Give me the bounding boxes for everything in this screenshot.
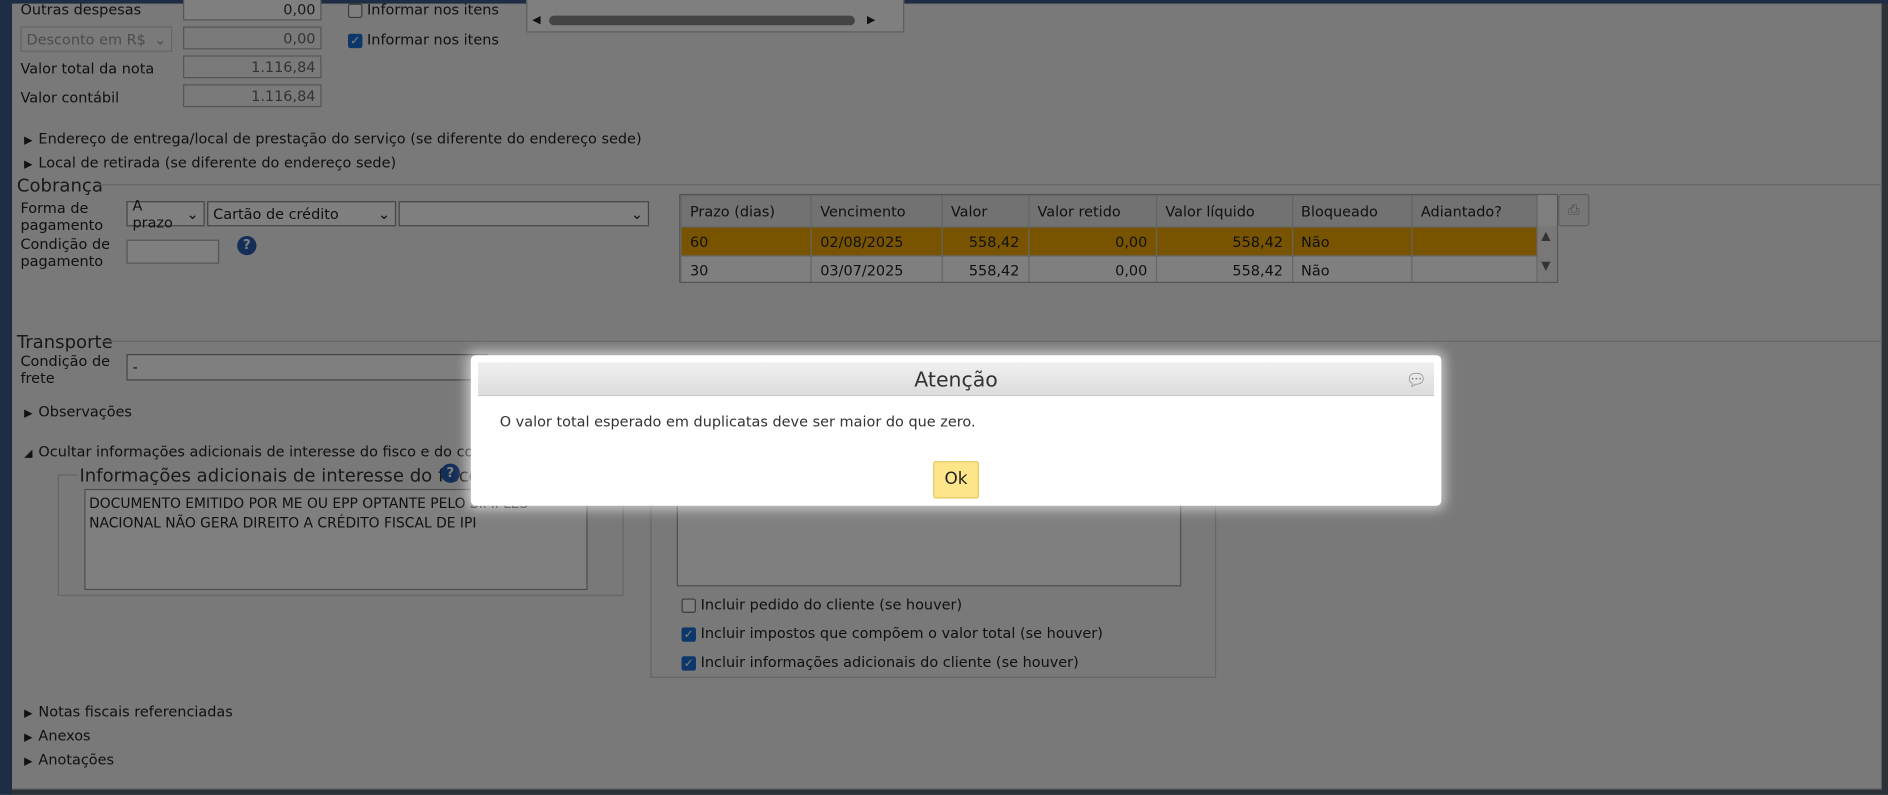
- dialog-header: Atenção 💬︎: [478, 362, 1435, 398]
- attention-dialog: Atenção 💬︎ O valor total esperado em dup…: [470, 355, 1442, 506]
- speech-bubble-icon[interactable]: 💬︎: [1405, 362, 1426, 398]
- dialog-title: Atenção: [914, 368, 998, 393]
- ok-button[interactable]: Ok: [933, 461, 979, 499]
- dialog-message: O valor total esperado em duplicatas dev…: [499, 413, 976, 430]
